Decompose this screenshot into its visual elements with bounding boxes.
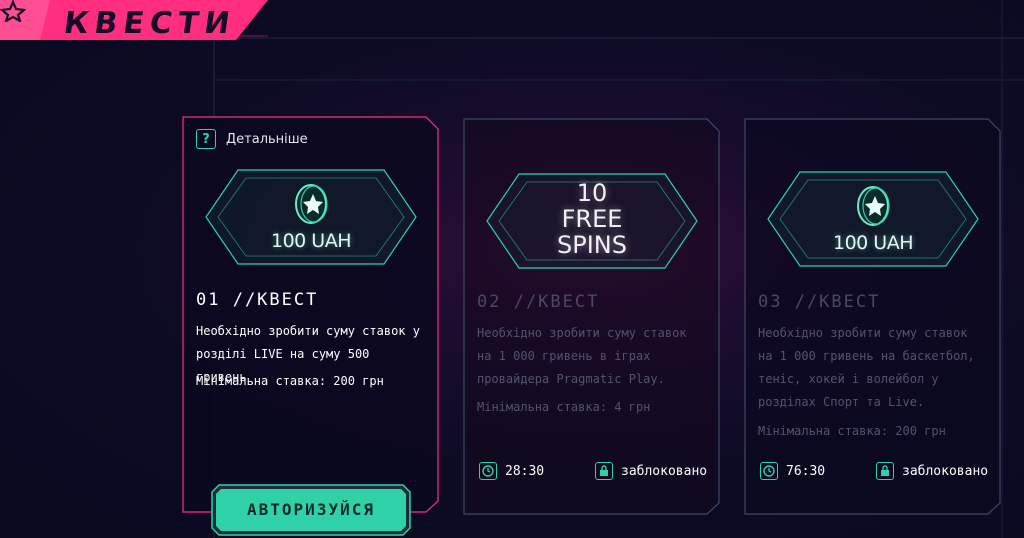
quest-timer: 28:30 [479,462,544,480]
quest-timer: 76:30 [760,462,825,480]
page-title: КВЕСТИ [61,6,238,41]
lock-icon [595,462,613,480]
status-label: заблоковано [902,463,989,479]
section-header-banner: КВЕСТИ [0,0,268,46]
timer-value: 28:30 [505,463,545,479]
coin-icon [857,186,890,226]
quest-status: заблоковано [876,462,988,480]
free-spins-label: 10 FREE SPINS [557,179,627,259]
timer-value: 76:30 [786,463,826,479]
prize-badge: 100 UAH [766,166,980,276]
quest-title: 02 //КВЕСТ [477,292,600,312]
details-link[interactable]: ? Детальніше [196,129,308,149]
details-label: Детальніше [226,131,308,147]
question-icon: ? [196,129,216,149]
clock-icon [479,462,497,480]
quest-title: 03 //КВЕСТ [758,292,881,312]
brand-logo-icon [0,0,26,22]
quest-card-3: 100 UAH 03 //КВЕСТ Необхідно зробити сум… [744,118,1001,516]
min-bet: Мінімальна ставка: 200 грн [758,424,946,438]
status-label: заблоковано [621,463,708,479]
clock-icon [760,462,778,480]
min-bet: Мінімальна ставка: 4 грн [477,400,651,414]
lock-icon [876,462,894,480]
authorize-button-label: АВТОРИЗУЙСЯ [247,500,375,519]
quest-card-2: 10 FREE SPINS 02 //КВЕСТ Необхідно зроби… [463,118,720,516]
authorize-button[interactable]: АВТОРИЗУЙСЯ [211,484,411,536]
prize-amount: 100 UAH [271,230,352,252]
quest-status: заблоковано [595,462,707,480]
quest-description: Необхідно зробити суму ставок на 1 000 г… [758,326,975,409]
prize-badge: 100 UAH [204,164,418,274]
prize-amount: 100 UAH [833,232,914,254]
quest-card-1: ? Детальніше 100 UAH 01 //КВЕСТ Необхідн… [182,116,439,514]
quest-description: Необхідно зробити суму ставок на 1 000 г… [477,326,687,386]
quest-title: 01 //КВЕСТ [196,290,319,310]
coin-icon [295,184,328,224]
prize-badge: 10 FREE SPINS [485,166,699,276]
min-bet: Мінімальна ставка: 200 грн [196,374,384,388]
